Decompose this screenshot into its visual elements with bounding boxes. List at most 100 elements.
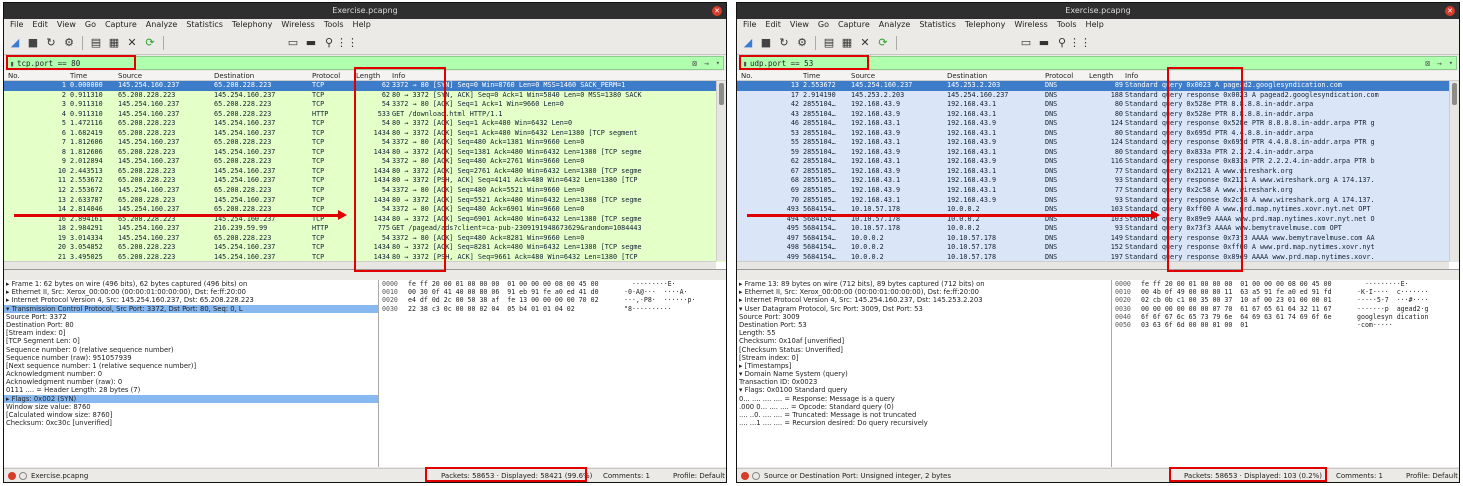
menu-item[interactable]: Wireless [1014, 19, 1047, 31]
menu-item[interactable]: Statistics [919, 19, 956, 31]
packet-row[interactable]: 10 2.443513 65.208.228.223 145.254.160.237 T… [4, 166, 726, 177]
apply-filter-icon[interactable]: → [704, 59, 709, 68]
menu-item[interactable]: Analyze [879, 19, 911, 31]
column-header[interactable]: Time [803, 71, 820, 81]
packet-details[interactable]: ▸ Frame 13: 89 bytes on wire (712 bits),… [737, 280, 1112, 467]
save-file-icon[interactable]: ▦ [840, 36, 854, 50]
packet-row[interactable]: 59 2855104… 192.168.43.9 192.168.43.1 DNS 80 S… [737, 147, 1459, 158]
close-file-icon[interactable]: ✕ [858, 36, 872, 50]
display-filter-input[interactable]: udp.port == 53 [750, 59, 813, 68]
detail-line[interactable]: ▸ Internet Protocol Version 4, Src: 145.… [4, 296, 378, 304]
hex-ascii[interactable]: "8·········· [624, 305, 684, 313]
scrollbar-thumb[interactable] [719, 83, 724, 105]
detail-line[interactable]: .000 0... .... .... = Opcode: Standard q… [737, 403, 1111, 411]
menu-item[interactable]: File [10, 19, 23, 31]
packet-row[interactable]: 20 3.054852 65.208.228.223 145.254.160.237 T… [4, 243, 726, 253]
bookmark-icon[interactable]: ▮ [7, 59, 17, 68]
detail-line[interactable]: [TCP Segment Len: 0] [4, 337, 378, 345]
shark-fin-start-icon[interactable]: ◢ [741, 36, 755, 50]
scrollbar-thumb[interactable] [1452, 83, 1457, 105]
detail-line[interactable]: 0111 .... = Header Length: 28 bytes (7) [4, 386, 378, 394]
column-header[interactable]: No. [741, 71, 753, 81]
capture-options-icon[interactable]: ⚙ [62, 36, 76, 50]
menu-item[interactable]: Telephony [965, 19, 1005, 31]
packet-row[interactable]: 2 0.911310 65.208.228.223 145.254.160.237 TC… [4, 90, 726, 101]
close-file-icon[interactable]: ✕ [125, 36, 139, 50]
clear-filter-icon[interactable]: ⊠ [1425, 59, 1430, 68]
packet-bytes[interactable]: 0000 fe ff 20 00 01 00 00 00 01 00 00 00 … [1112, 280, 1459, 467]
packet-list[interactable]: No. Time Source Destination Protocol Length In… [4, 71, 726, 270]
resize-columns-icon[interactable]: ⋮⋮ [336, 36, 358, 50]
close-icon[interactable]: ✕ [1445, 6, 1455, 16]
detail-line[interactable]: ▸ Flags: 0x002 (SYN) [4, 394, 378, 403]
clear-filter-icon[interactable]: ⊠ [692, 59, 697, 68]
hex-ascii[interactable]: ·····5·7 ···#···· [1357, 296, 1428, 304]
detail-line[interactable]: ▸ Frame 1: 62 bytes on wire (496 bits), … [4, 280, 378, 288]
packet-row[interactable]: 498 5684154… 10.0.0.2 10.10.57.178 DNS 152 Sta… [737, 243, 1459, 253]
packet-row[interactable]: 11 2.553672 65.208.228.223 145.254.160.237 T… [4, 176, 726, 187]
colorize-icon[interactable]: ▭ [286, 36, 300, 50]
packet-row[interactable]: 1 0.000000 145.254.160.237 65.208.228.223 TC… [4, 81, 726, 91]
packet-row[interactable]: 497 5684154… 10.0.0.2 10.10.57.178 DNS 149 Sta… [737, 233, 1459, 244]
stop-capture-icon[interactable]: ■ [26, 36, 40, 50]
hex-ascii[interactable]: ·0·A@··· ····A· [624, 288, 688, 296]
packet-row[interactable]: 42 2855104… 192.168.43.9 192.168.43.1 DNS 80 S… [737, 100, 1459, 110]
reload-file-icon[interactable]: ⟳ [143, 36, 157, 50]
packet-row[interactable]: 4 0.911310 145.254.160.237 65.208.228.223 HT… [4, 109, 726, 120]
menu-item[interactable]: Go [85, 19, 96, 31]
hex-ascii[interactable]: ·K·I···· c······· [1357, 288, 1428, 296]
restart-capture-icon[interactable]: ↻ [44, 36, 58, 50]
hex-bytes[interactable]: 00 4b 0f 49 00 00 80 11 63 a5 91 fe a0 e… [1141, 288, 1357, 296]
bookmark-icon[interactable]: ▮ [740, 59, 750, 68]
packet-row[interactable]: 8 1.812606 65.208.228.223 145.254.160.237 TC… [4, 147, 726, 158]
apply-filter-icon[interactable]: → [1437, 59, 1442, 68]
detail-line[interactable]: Source Port: 3372 [4, 313, 378, 321]
menu-item[interactable]: Edit [765, 19, 781, 31]
hex-ascii[interactable]: googlesyn dication [1357, 313, 1428, 321]
zoom-icon[interactable]: ⚲ [1055, 36, 1069, 50]
hex-ascii[interactable]: ·······p agead2·g [1357, 305, 1428, 313]
column-header[interactable]: Length [356, 71, 380, 81]
hex-bytes[interactable]: 22 38 c3 0c 00 00 02 04 05 b4 01 01 04 0… [408, 305, 624, 313]
column-header[interactable]: Source [118, 71, 142, 81]
detail-line[interactable]: [Calculated window size: 8760] [4, 411, 378, 419]
close-icon[interactable]: ✕ [712, 6, 722, 16]
menu-item[interactable]: Statistics [186, 19, 223, 31]
detail-line[interactable]: ▸ Ethernet II, Src: Xerox_00:00:00 (00:0… [737, 288, 1111, 296]
column-header[interactable]: No. [8, 71, 20, 81]
packet-list[interactable]: No. Time Source Destination Protocol Length In… [737, 71, 1459, 270]
hex-bytes[interactable]: fe ff 20 00 01 00 00 00 01 00 00 00 08 0… [1141, 280, 1357, 288]
detail-line[interactable]: Acknowledgment number (raw): 0 [4, 378, 378, 386]
column-header[interactable]: Info [1125, 71, 1138, 81]
menu-item[interactable]: Help [1086, 19, 1104, 31]
menu-item[interactable]: Wireless [281, 19, 314, 31]
status-profile[interactable]: Profile: Default [673, 469, 725, 483]
column-header[interactable]: Destination [214, 71, 254, 81]
packet-row[interactable]: 69 2855105… 192.168.43.9 192.168.43.1 DNS 77 S… [737, 186, 1459, 196]
column-header[interactable]: Time [70, 71, 87, 81]
packet-list-hscrollbar[interactable] [737, 261, 1449, 269]
detail-line[interactable]: .... ...1 .... .... = Recursion desired:… [737, 419, 1111, 427]
menu-item[interactable]: Tools [1057, 19, 1077, 31]
detail-line[interactable]: Acknowledgment number: 0 [4, 370, 378, 378]
menu-item[interactable]: Edit [32, 19, 48, 31]
packet-row[interactable]: 68 2855105… 192.168.43.1 192.168.43.9 DNS 93 S… [737, 176, 1459, 187]
hex-bytes[interactable]: e4 df 0d 2c 00 50 38 af fe 13 00 00 00 0… [408, 296, 624, 304]
packet-row[interactable]: 17 2.914190 145.253.2.203 145.254.160.237 DN… [737, 90, 1459, 101]
auto-scroll-icon[interactable]: ▬ [304, 36, 318, 50]
open-file-icon[interactable]: ▤ [822, 36, 836, 50]
detail-line[interactable]: [Stream index: 0] [737, 354, 1111, 362]
menu-item[interactable]: Telephony [232, 19, 272, 31]
menu-item[interactable]: Help [353, 19, 371, 31]
status-profile[interactable]: Profile: Default [1406, 469, 1458, 483]
packet-row[interactable]: 53 2855104… 192.168.43.9 192.168.43.1 DNS 80 S… [737, 128, 1459, 139]
packet-row[interactable]: 7 1.812606 145.254.160.237 65.208.228.223 TC… [4, 138, 726, 148]
packet-row[interactable]: 5 1.472116 65.208.228.223 145.254.160.237 TC… [4, 119, 726, 129]
packet-bytes[interactable]: 0000 fe ff 20 00 01 00 00 00 01 00 00 00 … [379, 280, 726, 467]
capture-comment-icon[interactable] [19, 471, 27, 480]
packet-row[interactable]: 3 0.911310 145.254.160.237 65.208.228.223 TC… [4, 100, 726, 110]
expert-info-icon[interactable] [741, 471, 749, 480]
packet-row[interactable]: 43 2855104… 192.168.43.9 192.168.43.1 DNS 80 S… [737, 109, 1459, 120]
hex-bytes[interactable]: 02 cb 0b c1 00 35 00 37 10 af 00 23 01 0… [1141, 296, 1357, 304]
detail-line[interactable]: Length: 55 [737, 329, 1111, 337]
